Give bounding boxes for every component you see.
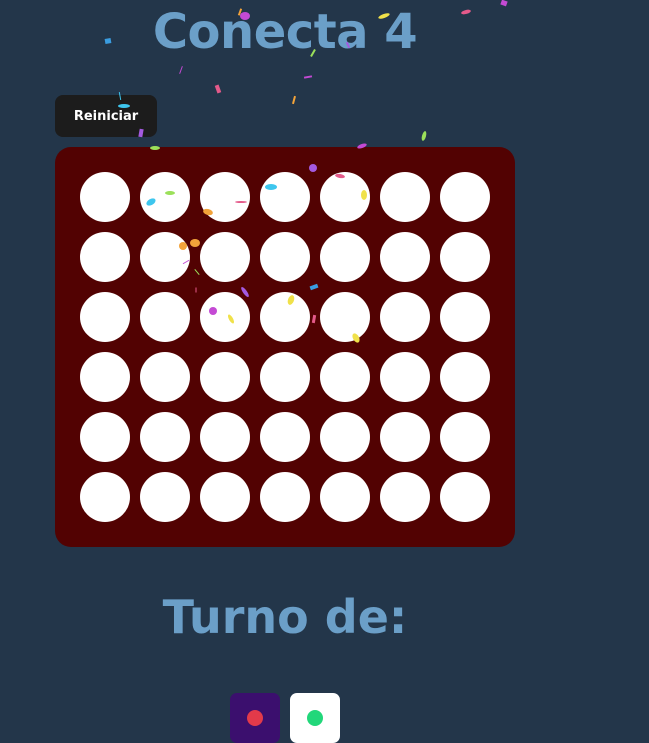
- confetti-piece: [421, 131, 427, 141]
- board-cell[interactable]: [320, 412, 370, 462]
- turn-label: Turno de:: [162, 590, 408, 644]
- game-title: Conecta 4: [152, 4, 418, 60]
- board-cell[interactable]: [380, 172, 430, 222]
- board-cell[interactable]: [140, 292, 190, 342]
- board-cell[interactable]: [320, 352, 370, 402]
- confetti-piece: [303, 75, 313, 79]
- board-cell[interactable]: [440, 292, 490, 342]
- board-cell[interactable]: [80, 172, 130, 222]
- board-cell[interactable]: [440, 472, 490, 522]
- board-cell[interactable]: [140, 352, 190, 402]
- board-cell[interactable]: [260, 232, 310, 282]
- board-cell[interactable]: [200, 412, 250, 462]
- board-grid: [80, 172, 490, 522]
- board-cell[interactable]: [380, 472, 430, 522]
- board-cell[interactable]: [80, 412, 130, 462]
- board-cell[interactable]: [440, 172, 490, 222]
- player-1-piece: [247, 710, 263, 726]
- board-cell[interactable]: [380, 352, 430, 402]
- game-board: [55, 147, 515, 547]
- board-cell[interactable]: [440, 232, 490, 282]
- board-cell[interactable]: [260, 352, 310, 402]
- board-cell[interactable]: [200, 172, 250, 222]
- board-cell[interactable]: [320, 172, 370, 222]
- board-cell[interactable]: [80, 472, 130, 522]
- confetti-piece: [179, 66, 183, 74]
- player-2-indicator: [290, 693, 340, 743]
- board-cell[interactable]: [200, 472, 250, 522]
- player-1-indicator: [230, 693, 280, 743]
- confetti-piece: [214, 84, 222, 94]
- board-cell[interactable]: [260, 292, 310, 342]
- board-cell[interactable]: [140, 412, 190, 462]
- board-cell[interactable]: [440, 352, 490, 402]
- board-cell[interactable]: [80, 352, 130, 402]
- board-cell[interactable]: [320, 472, 370, 522]
- board-cell[interactable]: [320, 232, 370, 282]
- board-cell[interactable]: [140, 172, 190, 222]
- board-cell[interactable]: [440, 412, 490, 462]
- confetti-piece: [291, 95, 297, 105]
- board-cell[interactable]: [320, 292, 370, 342]
- board-cell[interactable]: [260, 472, 310, 522]
- board-cell[interactable]: [80, 232, 130, 282]
- board-cell[interactable]: [380, 232, 430, 282]
- board-cell[interactable]: [200, 232, 250, 282]
- player-2-piece: [307, 710, 323, 726]
- reset-button[interactable]: Reiniciar: [55, 95, 157, 137]
- board-cell[interactable]: [200, 352, 250, 402]
- board-cell[interactable]: [380, 292, 430, 342]
- board-cell[interactable]: [140, 232, 190, 282]
- board-cell[interactable]: [380, 412, 430, 462]
- board-cell[interactable]: [200, 292, 250, 342]
- board-cell[interactable]: [80, 292, 130, 342]
- board-cell[interactable]: [260, 412, 310, 462]
- board-cell[interactable]: [260, 172, 310, 222]
- board-cell[interactable]: [140, 472, 190, 522]
